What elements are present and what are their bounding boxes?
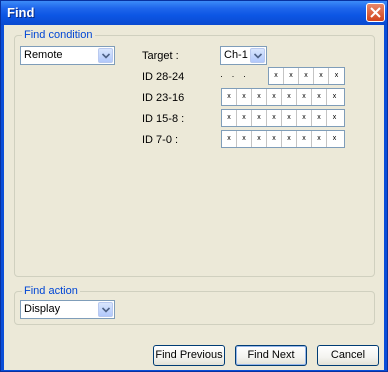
find-action-select[interactable]: Display [20, 300, 115, 319]
close-icon [370, 7, 381, 18]
id-15-8-field[interactable]: x x x x x x x x [221, 109, 345, 127]
chevron-down-icon [102, 53, 110, 59]
id-bit-cell[interactable]: x [282, 110, 297, 126]
id-23-16-label: ID 23-16 [142, 92, 185, 104]
find-action-dropdown-button[interactable] [98, 302, 113, 317]
target-label: Target : [142, 50, 179, 62]
id-15-8-label: ID 15-8 : [142, 113, 185, 125]
id-bit-cell[interactable]: x [267, 89, 282, 105]
id-bit-cell[interactable]: x [329, 68, 344, 84]
find-previous-button[interactable]: Find Previous [153, 345, 225, 366]
id-bit-cell[interactable]: x [327, 110, 342, 126]
id-bit-cell[interactable]: x [252, 89, 267, 105]
id-bit-cell[interactable]: x [282, 131, 297, 147]
cancel-button[interactable]: Cancel [317, 345, 379, 366]
id-bit-cell[interactable]: x [282, 89, 297, 105]
id-bit-cell[interactable]: x [312, 110, 327, 126]
chevron-down-icon [254, 53, 262, 59]
find-next-button[interactable]: Find Next [235, 345, 307, 366]
id-bit-cell[interactable]: x [312, 131, 327, 147]
id-bit-cell[interactable]: x [267, 110, 282, 126]
id-bit-cell[interactable]: x [327, 131, 342, 147]
id-28-24-label: ID 28-24 [142, 71, 185, 83]
find-action-legend: Find action [22, 284, 80, 298]
id-bit-cell[interactable]: x [297, 131, 312, 147]
id-bit-cell[interactable]: x [299, 68, 314, 84]
find-action-select-value: Display [24, 303, 61, 315]
window-title: Find [7, 5, 35, 20]
title-bar[interactable]: Find [1, 1, 387, 25]
id-bit-cell[interactable]: x [237, 110, 252, 126]
source-select-value: Remote [24, 49, 63, 61]
id-bit-cell[interactable]: x [222, 131, 237, 147]
id-bit-cell[interactable]: x [237, 89, 252, 105]
id-bit-cell[interactable]: x [327, 89, 342, 105]
target-select-dropdown-button[interactable] [250, 48, 265, 63]
id-bit-cell[interactable]: x [222, 110, 237, 126]
find-dialog: Find Find condition Remote Target : Ch-1 [0, 0, 388, 372]
find-condition-legend: Find condition [22, 28, 95, 42]
id-7-0-field[interactable]: x x x x x x x x [221, 130, 345, 148]
chevron-down-icon [102, 307, 110, 313]
id-bit-cell[interactable]: x [237, 131, 252, 147]
id-23-16-field[interactable]: x x x x x x x x [221, 88, 345, 106]
id-bit-cell[interactable]: x [312, 89, 327, 105]
id-bit-cell[interactable]: x [252, 131, 267, 147]
find-condition-group: Find condition Remote Target : Ch-1 ID 2… [14, 28, 375, 277]
id-bit-cell[interactable]: x [297, 110, 312, 126]
id-bit-cell[interactable]: x [297, 89, 312, 105]
target-select-value: Ch-1 [224, 49, 248, 61]
id-28-24-field[interactable]: x x x x x [268, 67, 345, 85]
id-bit-cell[interactable]: x [222, 89, 237, 105]
find-action-group: Find action Display [14, 284, 375, 325]
id-bit-cell[interactable]: x [252, 110, 267, 126]
close-button[interactable] [366, 3, 385, 22]
id-bit-cell[interactable]: x [269, 68, 284, 84]
id-28-24-unused-bits: · · · [220, 71, 249, 81]
dialog-body: Find condition Remote Target : Ch-1 ID 2… [4, 25, 384, 370]
id-bit-cell[interactable]: x [267, 131, 282, 147]
source-select-dropdown-button[interactable] [98, 48, 113, 63]
id-bit-cell[interactable]: x [284, 68, 299, 84]
id-bit-cell[interactable]: x [314, 68, 329, 84]
id-7-0-label: ID 7-0 : [142, 134, 179, 146]
source-select[interactable]: Remote [20, 46, 115, 65]
target-select[interactable]: Ch-1 [220, 46, 267, 65]
